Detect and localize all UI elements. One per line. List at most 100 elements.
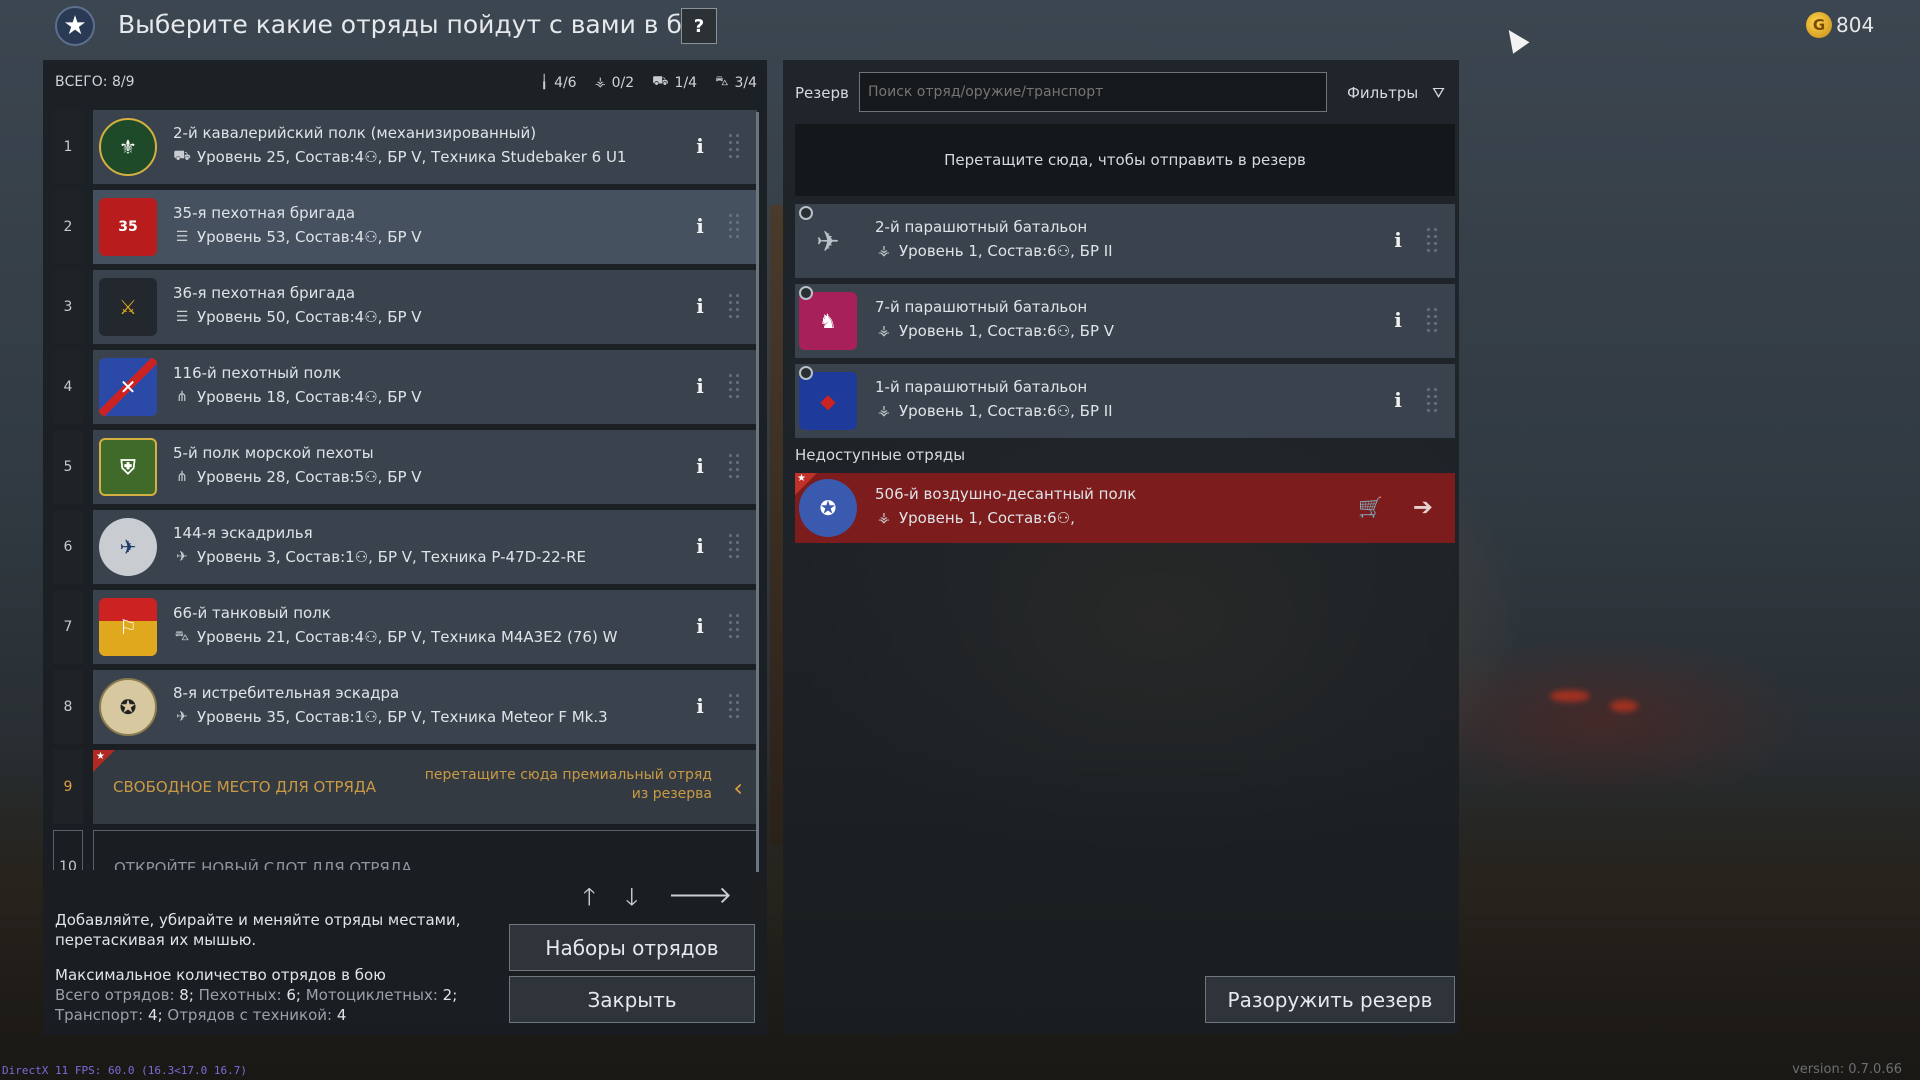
arrow-right-icon[interactable]: ➔	[1413, 493, 1433, 521]
reserve-squad-row[interactable]: ✈ 2-й парашютный батальон ⚶ Уровень 1, С…	[795, 204, 1455, 278]
paratrooper-type-icon: ⚶	[878, 403, 890, 419]
search-input[interactable]	[859, 72, 1327, 112]
arrow-right-icon[interactable]: 🡒	[668, 880, 732, 921]
squad-card[interactable]: ⚜ 2-й кавалерийский полк (механизированн…	[93, 110, 757, 184]
drag-handle-icon[interactable]	[727, 372, 741, 402]
aircraft-type-icon: ✈	[176, 549, 188, 565]
squad-stats-text: Уровень 28, Состав:5⚇, БР V	[197, 468, 422, 486]
total-squads: ВСЕГО: 8/9	[55, 74, 135, 90]
squad-card[interactable]: ⚐ 66-й танковый полк ⛍ Уровень 21, Соста…	[93, 590, 757, 664]
squad-stats: ⋔ Уровень 28, Состав:5⚇, БР V	[173, 468, 422, 486]
info-icon[interactable]: i	[693, 614, 707, 640]
drag-handle-icon[interactable]	[1425, 226, 1439, 256]
squad-stats-text: Уровень 18, Состав:4⚇, БР V	[197, 388, 422, 406]
medal-icon	[799, 286, 813, 300]
squad-name: 506-й воздушно-десантный полк	[875, 485, 1137, 503]
squad-row[interactable]: 7 ⚐ 66-й танковый полк ⛍ Уровень 21, Сос…	[53, 590, 757, 664]
fps-counter: DirectX 11 FPS: 60.0 (16.3<17.0 16.7)	[2, 1064, 248, 1077]
slot-number: 3	[53, 270, 83, 344]
squad-row[interactable]: 3 ⚔ 36-я пехотная бригада ☰ Уровень 50, …	[53, 270, 757, 344]
squad-presets-button[interactable]: Наборы отрядов	[509, 924, 755, 971]
squad-card[interactable]: ✈ 144-я эскадрилья ✈ Уровень 3, Состав:1…	[93, 510, 757, 584]
drag-handle-icon[interactable]	[727, 212, 741, 242]
stat-label: Транспорт:	[55, 1006, 144, 1024]
filters-label: Фильтры	[1347, 84, 1419, 102]
squad-row[interactable]: 4 ✕ 116-й пехотный полк ⋔ Уровень 18, Со…	[53, 350, 757, 424]
squad-card[interactable]: ⛨ 5-й полк морской пехоты ⋔ Уровень 28, …	[93, 430, 757, 504]
info-icon[interactable]: i	[693, 694, 707, 720]
squad-card[interactable]: 35 35-я пехотная бригада ☰ Уровень 53, С…	[93, 190, 757, 264]
drag-handle-icon[interactable]	[1425, 306, 1439, 336]
info-icon[interactable]: i	[693, 134, 707, 160]
squad-name: 66-й танковый полк	[173, 604, 331, 622]
squad-name: 36-я пехотная бригада	[173, 284, 356, 302]
chevron-left-icon: ‹	[733, 774, 743, 802]
info-icon[interactable]: i	[693, 374, 707, 400]
scrollbar[interactable]	[756, 112, 759, 872]
infantry-count: 4/6	[554, 74, 577, 91]
drag-handle-icon[interactable]	[727, 292, 741, 322]
locked-squad-slot[interactable]: 10 ОТКРОЙТЕ НОВЫЙ СЛОТ ДЛЯ ОТРЯДА	[53, 830, 757, 870]
free-slot-card[interactable]: ★ СВОБОДНОЕ МЕСТО ДЛЯ ОТРЯДА перетащите …	[93, 750, 757, 824]
squad-row[interactable]: 2 35 35-я пехотная бригада ☰ Уровень 53,…	[53, 190, 757, 264]
unavailable-squads-label: Недоступные отряды	[795, 446, 966, 464]
free-squad-slot[interactable]: 9 ★ СВОБОДНОЕ МЕСТО ДЛЯ ОТРЯДА перетащит…	[53, 750, 757, 824]
stat-value: 6	[286, 986, 296, 1004]
reserve-squad-row[interactable]: ♞ 7-й парашютный батальон ⚶ Уровень 1, С…	[795, 284, 1455, 358]
stat-value: 4	[336, 1006, 347, 1024]
squad-stats-text: Уровень 25, Состав:4⚇, БР V, Техника Stu…	[197, 148, 627, 166]
squad-name: 116-й пехотный полк	[173, 364, 342, 382]
locked-slot-card[interactable]: ОТКРОЙТЕ НОВЫЙ СЛОТ ДЛЯ ОТРЯДА	[93, 830, 757, 870]
reserve-squad-row[interactable]: ◆ 1-й парашютный батальон ⚶ Уровень 1, С…	[795, 364, 1455, 438]
info-icon[interactable]: i	[1391, 388, 1405, 412]
squad-emblem-icon: ♞	[799, 292, 857, 350]
info-icon[interactable]: i	[693, 454, 707, 480]
squad-stats: ⋔ Уровень 18, Состав:4⚇, БР V	[173, 388, 422, 406]
filters-button[interactable]: Фильтры ⛛	[1347, 84, 1445, 102]
squad-stats: ⚶ Уровень 1, Состав:6⚇,	[875, 509, 1075, 527]
info-icon[interactable]: i	[1391, 308, 1405, 332]
help-text: Добавляйте, убирайте и меняйте отряды ме…	[55, 911, 461, 949]
unavailable-squad-row[interactable]: ✪ ★ 506-й воздушно-десантный полк ⚶ Уров…	[795, 473, 1455, 543]
drag-handle-icon[interactable]	[1425, 386, 1439, 416]
shop-basket-icon[interactable]: 🛒	[1358, 495, 1383, 519]
squad-card[interactable]: ✕ 116-й пехотный полк ⋔ Уровень 18, Сост…	[93, 350, 757, 424]
background-figure	[770, 205, 784, 845]
squad-emblem-icon: ✕	[99, 358, 157, 416]
slot-number: 2	[53, 190, 83, 264]
squad-card[interactable]: ✪ 8-я истребительная эскадра ✈ Уровень 3…	[93, 670, 757, 744]
squad-emblem-icon: ✪	[99, 678, 157, 736]
arrow-up-icon[interactable]: 🡑	[583, 880, 595, 921]
paratrooper-icon: ⚶	[594, 75, 606, 90]
drag-handle-icon[interactable]	[727, 532, 741, 562]
drag-handle-icon[interactable]	[727, 452, 741, 482]
info-icon[interactable]: i	[693, 534, 707, 560]
arrow-down-icon[interactable]: 🡓	[625, 880, 637, 921]
slot-number: 5	[53, 430, 83, 504]
info-icon[interactable]: i	[693, 214, 707, 240]
squad-name: 1-й парашютный батальон	[875, 378, 1088, 396]
squad-card[interactable]: ⚔ 36-я пехотная бригада ☰ Уровень 50, Со…	[93, 270, 757, 344]
squad-name: 7-й парашютный батальон	[875, 298, 1088, 316]
drag-handle-icon[interactable]	[727, 612, 741, 642]
help-button[interactable]: ?	[681, 8, 717, 44]
squad-row[interactable]: 1 ⚜ 2-й кавалерийский полк (механизирова…	[53, 110, 757, 184]
infantry-icon: ╽	[540, 75, 549, 90]
free-slot-label: СВОБОДНОЕ МЕСТО ДЛЯ ОТРЯДА	[113, 778, 376, 796]
info-icon[interactable]: i	[1391, 228, 1405, 252]
close-button[interactable]: Закрыть	[509, 976, 755, 1023]
disarm-reserve-button[interactable]: Разоружить резерв	[1205, 976, 1455, 1023]
squad-row[interactable]: 5 ⛨ 5-й полк морской пехоты ⋔ Уровень 28…	[53, 430, 757, 504]
squad-row[interactable]: 8 ✪ 8-я истребительная эскадра ✈ Уровень…	[53, 670, 757, 744]
drag-handle-icon[interactable]	[727, 132, 741, 162]
squad-stats: ☰ Уровень 50, Состав:4⚇, БР V	[173, 308, 422, 326]
squad-row[interactable]: 6 ✈ 144-я эскадрилья ✈ Уровень 3, Состав…	[53, 510, 757, 584]
squad-emblem-icon: ✈	[816, 224, 840, 258]
max-squads-line: Транспорт: 4; Отрядов с техникой: 4	[55, 1006, 347, 1024]
infantry-type-icon: ☰	[175, 229, 189, 245]
max-squads-line: Всего отрядов: 8; Пехотных: 6; Мотоцикле…	[55, 986, 458, 1004]
reserve-dropzone[interactable]: Перетащите сюда, чтобы отправить в резер…	[795, 124, 1455, 196]
info-icon[interactable]: i	[693, 294, 707, 320]
squad-name: 2-й кавалерийский полк (механизированный…	[173, 124, 537, 142]
drag-handle-icon[interactable]	[727, 692, 741, 722]
